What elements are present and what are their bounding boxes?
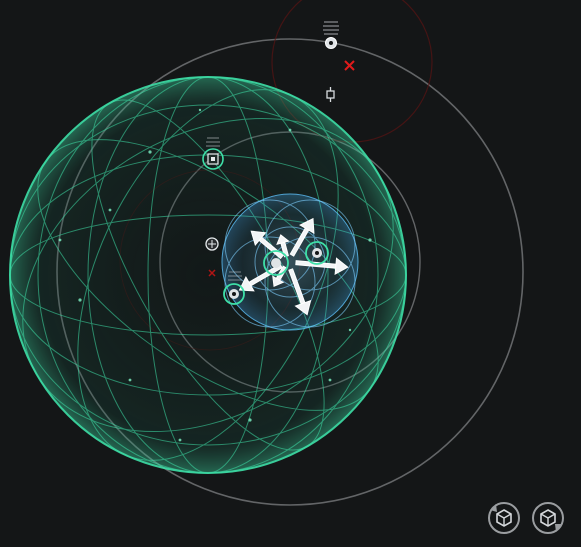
beacon-bracket-icon[interactable] bbox=[326, 87, 335, 102]
camera-rotate-left-icon[interactable] bbox=[486, 500, 522, 536]
ship-bracket-icon[interactable] bbox=[323, 21, 339, 49]
hostile-marker-icon[interactable] bbox=[344, 60, 355, 71]
space-scene[interactable] bbox=[0, 0, 581, 547]
neutral-ship-icon[interactable] bbox=[205, 237, 219, 251]
camera-rotate-right-icon[interactable] bbox=[530, 500, 566, 536]
